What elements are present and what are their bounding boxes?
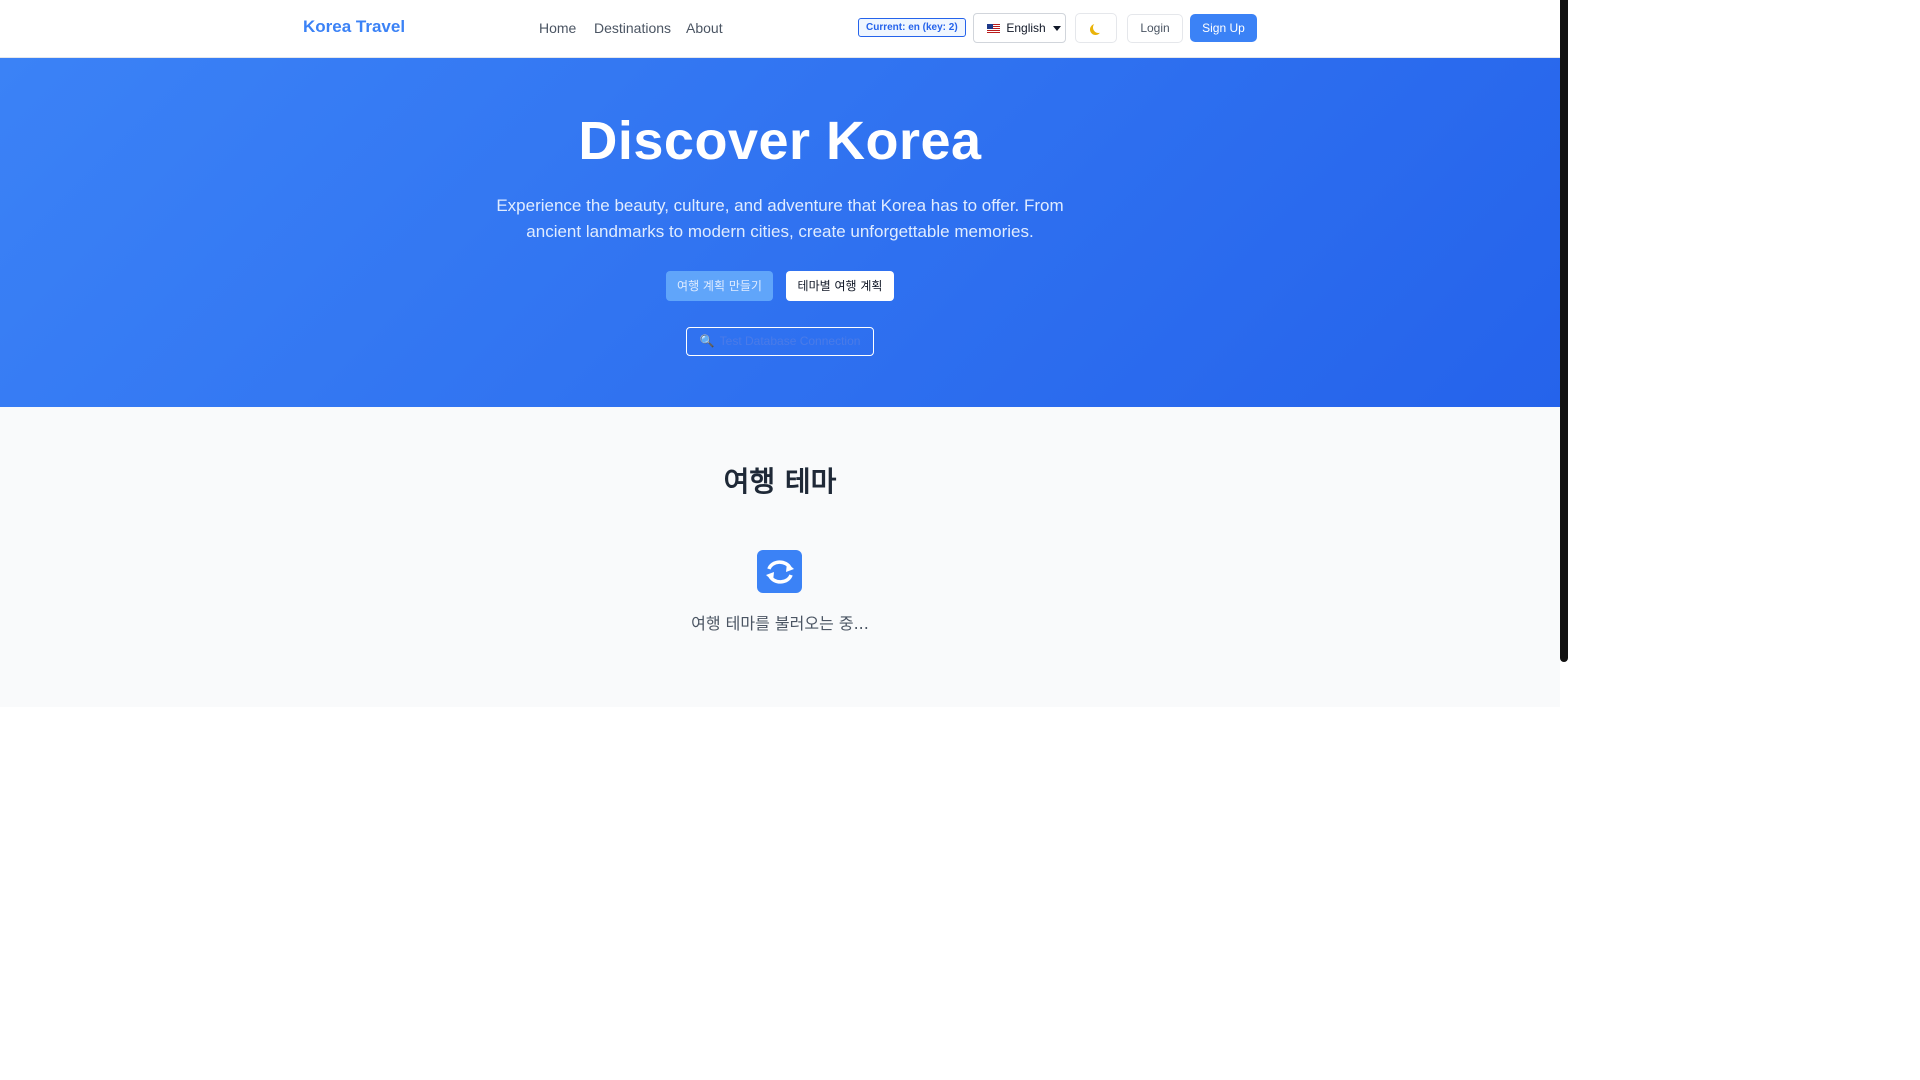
magnifier-icon: 🔍 [699,334,715,348]
brand-logo[interactable]: Korea Travel [303,17,405,37]
chevron-down-icon [1053,26,1061,31]
hero-description: Experience the beauty, culture, and adve… [496,196,1064,241]
test-database-button[interactable]: 🔍 Test Database Connection [686,327,874,356]
test-database-label: Test Database Connection [719,334,861,348]
moon-icon [1093,22,1104,33]
signup-button[interactable]: Sign Up [1190,14,1257,42]
top-navbar: Korea Travel Home Destinations About Cur… [0,0,1560,58]
theme-plan-button[interactable]: 테마별 여행 계획 [786,271,894,301]
nav-about[interactable]: About [686,20,723,36]
nav-home[interactable]: Home [539,20,576,36]
scrollbar-thumb[interactable] [1560,0,1568,662]
refresh-icon [757,550,802,593]
language-select-value: English [1006,21,1046,35]
login-button[interactable]: Login [1127,14,1183,43]
themes-title: 여행 테마 [723,465,837,498]
language-select[interactable]: English [973,13,1066,43]
hero-section: Discover Korea Experience the beauty, cu… [0,58,1560,407]
vertical-scrollbar[interactable] [1560,0,1568,882]
loading-text: 여행 테마를 불러오는 중... [691,614,869,633]
create-plan-button[interactable]: 여행 계획 만들기 [666,271,773,301]
us-flag-icon [987,24,1000,33]
nav-destinations[interactable]: Destinations [594,20,671,36]
themes-section: 여행 테마 여행 테마를 불러오는 중... [0,407,1560,707]
hero-title: Discover Korea [578,111,982,171]
theme-toggle-button[interactable] [1075,13,1117,43]
current-language-badge: Current: en (key: 2) [858,18,966,37]
page: Korea Travel Home Destinations About Cur… [0,0,1560,707]
